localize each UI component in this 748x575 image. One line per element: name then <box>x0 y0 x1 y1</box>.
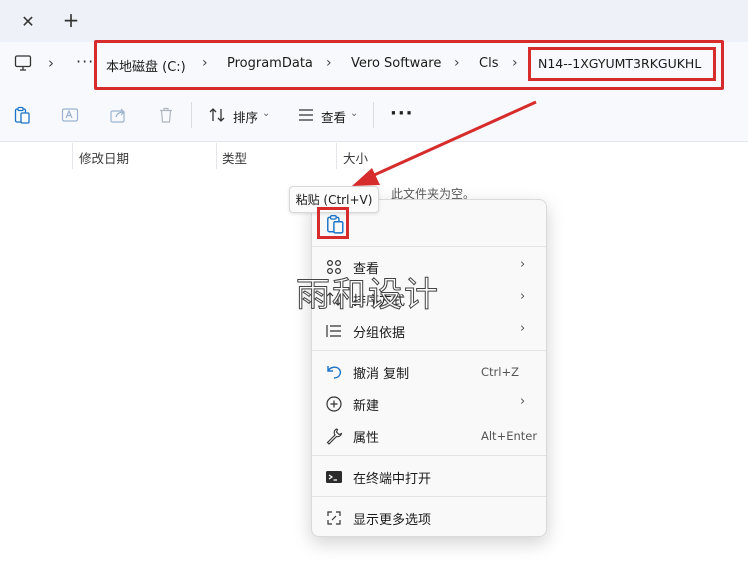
terminal-icon <box>326 471 342 483</box>
toolbar-divider <box>191 102 192 128</box>
delete-icon[interactable] <box>157 106 175 124</box>
share-icon[interactable] <box>109 106 127 124</box>
chevron-right-icon[interactable]: › <box>454 55 460 71</box>
new-tab-button[interactable]: + <box>62 8 80 32</box>
menu-item-new[interactable]: 新建 <box>353 395 379 414</box>
paste-button[interactable] <box>317 207 349 239</box>
menu-item-undo-copy[interactable]: 撤消 复制 <box>353 363 409 382</box>
menu-divider <box>312 246 546 247</box>
breadcrumb-item-programdata[interactable]: ProgramData <box>227 56 313 71</box>
more-breadcrumbs-button[interactable]: ··· <box>76 52 94 71</box>
paste-icon[interactable] <box>13 106 31 124</box>
column-divider[interactable] <box>216 143 217 169</box>
menu-divider <box>312 350 546 351</box>
view-button[interactable]: 查看 <box>321 107 346 126</box>
chevron-down-icon[interactable]: ⌄ <box>262 108 270 119</box>
chevron-right-icon: › <box>520 289 526 304</box>
expand-icon <box>327 511 341 525</box>
menu-item-show-more-options[interactable]: 显示更多选项 <box>353 509 431 528</box>
this-pc-icon[interactable] <box>14 54 32 72</box>
menu-divider <box>312 455 546 456</box>
tab-strip <box>0 0 748 42</box>
menu-divider <box>312 496 546 497</box>
column-header-date-modified[interactable]: 修改日期 <box>79 148 129 167</box>
toolbar-divider <box>373 102 374 128</box>
column-divider[interactable] <box>336 143 337 169</box>
view-icon[interactable] <box>297 106 315 124</box>
breadcrumb-item-local-disk[interactable]: 本地磁盘 (C:) <box>106 56 186 75</box>
undo-icon <box>327 366 342 379</box>
watermark: 雨和设计 <box>296 275 440 316</box>
rename-icon[interactable] <box>61 106 79 124</box>
chevron-down-icon[interactable]: ⌄ <box>350 108 358 119</box>
chevron-right-icon[interactable]: › <box>48 54 54 72</box>
see-more-button[interactable]: ··· <box>390 103 414 124</box>
shortcut-undo: Ctrl+Z <box>481 365 519 379</box>
close-tab-icon[interactable]: ✕ <box>20 12 36 31</box>
wrench-icon <box>326 428 343 445</box>
group-icon <box>326 325 341 337</box>
sort-icon[interactable] <box>208 106 226 124</box>
chevron-right-icon: › <box>520 257 526 272</box>
column-divider[interactable] <box>72 143 73 169</box>
chevron-right-icon[interactable]: › <box>512 55 518 71</box>
chevron-right-icon: › <box>520 394 526 409</box>
breadcrumb-item-current[interactable]: N14--1XGYUMT3RKGUKHL <box>538 56 701 71</box>
chevron-right-icon[interactable]: › <box>326 55 332 71</box>
chevron-right-icon: › <box>520 321 526 336</box>
new-icon <box>326 396 342 412</box>
menu-item-properties[interactable]: 属性 <box>353 427 379 446</box>
column-header-type[interactable]: 类型 <box>222 148 247 167</box>
sort-button[interactable]: 排序 <box>233 107 258 126</box>
menu-item-open-in-terminal[interactable]: 在终端中打开 <box>353 468 431 487</box>
shortcut-properties: Alt+Enter <box>481 429 538 443</box>
breadcrumb-item-cls[interactable]: Cls <box>479 56 498 71</box>
column-header-size[interactable]: 大小 <box>343 148 368 167</box>
chevron-right-icon[interactable]: › <box>202 55 208 71</box>
menu-item-group-by[interactable]: 分组依据 <box>353 322 405 341</box>
breadcrumb-item-vero-software[interactable]: Vero Software <box>351 56 441 71</box>
